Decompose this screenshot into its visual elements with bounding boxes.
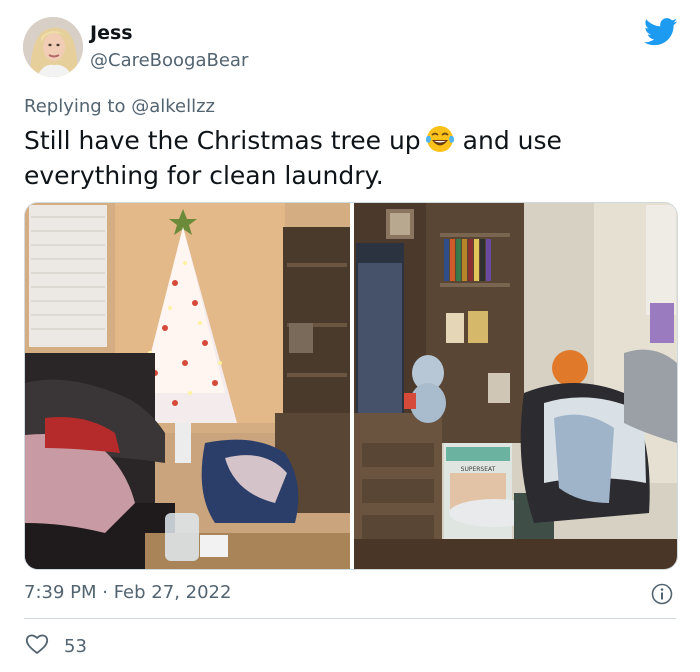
avatar[interactable] bbox=[23, 17, 83, 77]
reply-prefix: Replying to bbox=[24, 96, 132, 117]
heart-icon bbox=[24, 632, 50, 660]
left-photo-christmas-tree[interactable] bbox=[25, 203, 350, 569]
tweet-timestamp[interactable]: 7:39 PM · Feb 27, 2022 bbox=[24, 582, 231, 603]
right-photo-bookshelf-laundry[interactable]: SUPERSEAT bbox=[354, 203, 677, 569]
author-name[interactable]: Jess bbox=[90, 22, 133, 44]
box-label: SUPERSEAT bbox=[461, 466, 496, 473]
tweet-text: Still have the Christmas tree up and use… bbox=[24, 124, 664, 191]
twitter-bird-icon[interactable] bbox=[644, 18, 678, 46]
tweet-text-part1: Still have the Christmas tree up bbox=[24, 126, 421, 155]
reply-context: Replying to @alkellzz bbox=[24, 96, 215, 117]
like-button[interactable]: 53 bbox=[24, 633, 87, 659]
info-icon[interactable] bbox=[651, 583, 673, 605]
tears-of-joy-emoji-icon bbox=[425, 124, 455, 161]
tweet-card: Jess @CareBoogaBear Replying to @alkellz… bbox=[0, 0, 700, 672]
reply-mention-link[interactable]: @alkellzz bbox=[131, 96, 215, 117]
tweet-media[interactable]: SUPERSEAT bbox=[24, 202, 678, 570]
divider bbox=[24, 618, 676, 619]
like-count: 53 bbox=[64, 635, 87, 657]
author-handle[interactable]: @CareBoogaBear bbox=[90, 50, 248, 71]
avatar-image bbox=[23, 17, 83, 77]
